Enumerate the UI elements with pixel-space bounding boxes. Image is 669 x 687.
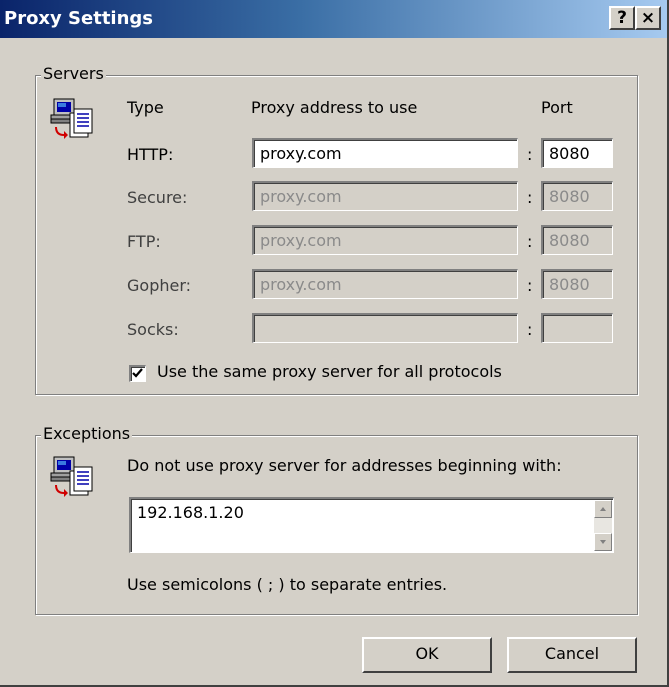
- ftp-address-input[interactable]: proxy.com: [252, 225, 518, 255]
- exceptions-value: 192.168.1.20: [137, 503, 244, 522]
- exceptions-legend: Exceptions: [41, 424, 133, 443]
- exceptions-textarea[interactable]: 192.168.1.20: [129, 497, 614, 553]
- network-computers-icon: [50, 456, 93, 497]
- socks-label: Socks:: [127, 320, 179, 339]
- gopher-label: Gopher:: [127, 276, 192, 295]
- address-column-header: Proxy address to use: [251, 98, 418, 117]
- secure-label: Secure:: [127, 188, 188, 207]
- arrow-down-icon: [600, 540, 606, 544]
- proxy-settings-dialog: Proxy Settings ? × Servers Type Proxy ad…: [0, 0, 669, 687]
- exceptions-scrollbar[interactable]: [594, 500, 612, 551]
- http-colon: :: [527, 145, 533, 164]
- ftp-port-input[interactable]: 8080: [541, 225, 613, 255]
- scroll-up-button[interactable]: [594, 500, 612, 518]
- scroll-down-button[interactable]: [594, 533, 612, 551]
- ok-button[interactable]: OK: [362, 637, 492, 673]
- secure-port-input[interactable]: 8080: [541, 181, 613, 211]
- type-column-header: Type: [127, 98, 164, 117]
- arrow-up-icon: [600, 507, 606, 511]
- secure-address-input[interactable]: proxy.com: [252, 181, 518, 211]
- network-computers-icon: [50, 98, 93, 139]
- gopher-colon: :: [527, 276, 533, 295]
- ftp-colon: :: [527, 232, 533, 251]
- title-bar[interactable]: Proxy Settings ? ×: [0, 0, 667, 38]
- exceptions-instruction: Do not use proxy server for addresses be…: [127, 456, 562, 475]
- gopher-address-input[interactable]: proxy.com: [252, 269, 518, 299]
- secure-colon: :: [527, 188, 533, 207]
- ftp-label: FTP:: [127, 232, 161, 251]
- socks-port-input[interactable]: [541, 313, 613, 343]
- servers-legend: Servers: [41, 64, 106, 83]
- exceptions-hint: Use semicolons ( ; ) to separate entries…: [127, 575, 448, 594]
- http-address-input[interactable]: proxy.com: [252, 138, 518, 168]
- help-button[interactable]: ?: [609, 6, 635, 30]
- close-button[interactable]: ×: [635, 6, 661, 30]
- checkmark-icon: [132, 368, 143, 378]
- socks-address-input[interactable]: [252, 313, 518, 343]
- gopher-port-input[interactable]: 8080: [541, 269, 613, 299]
- socks-colon: :: [527, 320, 533, 339]
- http-port-input[interactable]: 8080: [541, 138, 613, 168]
- dialog-title: Proxy Settings: [4, 8, 154, 29]
- http-label: HTTP:: [127, 145, 174, 164]
- same-proxy-label[interactable]: Use the same proxy server for all protoc…: [157, 362, 502, 381]
- port-column-header: Port: [541, 98, 573, 117]
- cancel-button[interactable]: Cancel: [507, 637, 637, 673]
- same-proxy-checkbox[interactable]: [129, 365, 146, 382]
